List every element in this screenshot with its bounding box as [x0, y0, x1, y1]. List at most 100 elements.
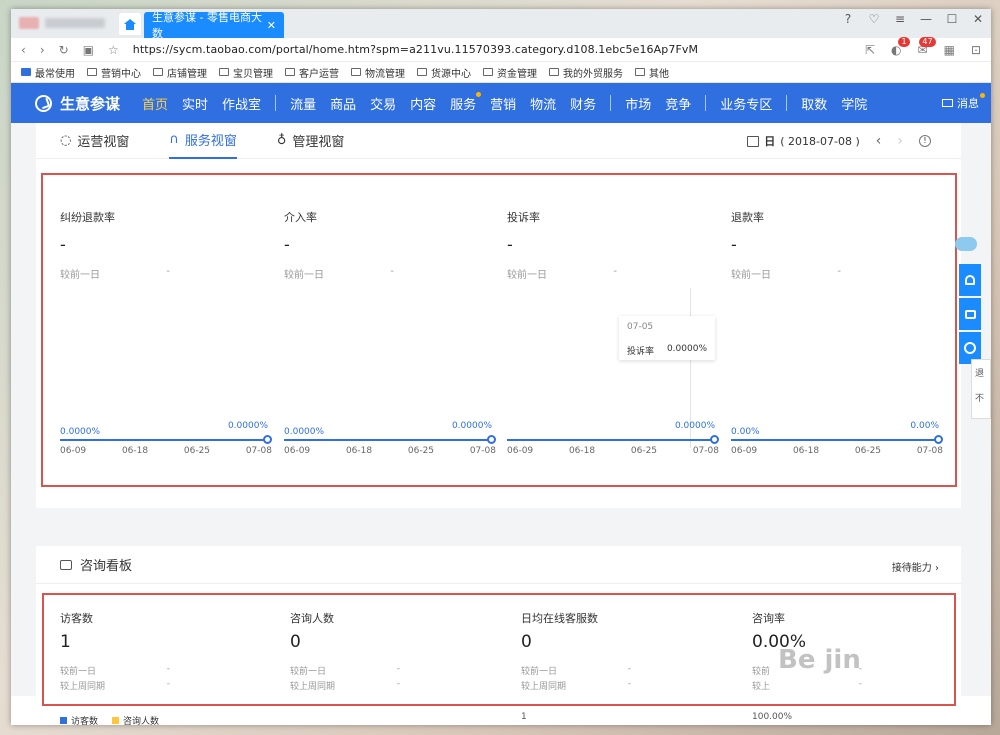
folder-icon [21, 68, 31, 76]
logo[interactable]: 生意参谋 [35, 93, 120, 114]
nav-separator [275, 95, 277, 111]
trend-endpoint[interactable] [263, 435, 272, 444]
nav-data-fetch[interactable]: 取数 [801, 94, 827, 113]
mail-icon[interactable]: ✉ 47 [918, 36, 936, 57]
nav-academy[interactable]: 学院 [841, 94, 867, 113]
info-icon[interactable]: ! [919, 135, 931, 147]
nav-logistics[interactable]: 物流 [530, 94, 556, 113]
nav-separator [705, 95, 707, 111]
cloud-icon [955, 237, 977, 251]
nav-traffic[interactable]: 流量 [290, 94, 316, 113]
bookmark-item[interactable]: 客户运营 [285, 65, 339, 80]
shirt-icon[interactable]: ♡ [867, 12, 881, 26]
bookmarks-bar: 最常使用 营销中心 店铺管理 宝贝管理 客户运营 物流管理 货源中心 资金管理 … [11, 62, 991, 83]
nav-product[interactable]: 商品 [330, 94, 356, 113]
back-icon[interactable]: ‹ [21, 43, 26, 57]
tab-operations-view[interactable]: ◌ 运营视窗 [60, 123, 129, 159]
close-tab-icon[interactable]: ✕ [267, 19, 276, 32]
legend-visitors[interactable]: 访客数 [60, 714, 98, 725]
metric-intervention-rate[interactable]: 介入率 - 较前一日 - [284, 209, 504, 281]
nav-competition[interactable]: 竞争 [665, 94, 691, 113]
date-picker[interactable]: 日( 2018-07-08 ) [747, 133, 860, 149]
notification-button[interactable] [959, 264, 981, 296]
trend-chart-dispute[interactable]: 0.0000% 0.0000% 06-09 06-18 06-25 07-08 [60, 419, 272, 459]
feedback-button[interactable] [959, 298, 981, 330]
date-control: 日( 2018-07-08 ) ‹ › ! [747, 133, 931, 149]
nav-finance[interactable]: 财务 [570, 94, 596, 113]
nav-marketing[interactable]: 营销 [490, 94, 516, 113]
reader-icon[interactable]: ▣ [83, 43, 94, 57]
address-bar: ‹ › ↻ ▣ ☆ https://sycm.taobao.com/portal… [11, 36, 991, 62]
mail-badge: 47 [919, 36, 936, 47]
consult-board-title: 咨询看板 [80, 559, 133, 574]
legend-consults[interactable]: 咨询人数 [112, 714, 159, 725]
home-tab-button[interactable] [119, 13, 141, 35]
star-icon[interactable]: ☆ [108, 43, 119, 57]
trend-endpoint[interactable] [710, 435, 719, 444]
shield-icon[interactable]: ◐ 1 [891, 36, 910, 57]
nav-realtime[interactable]: 实时 [182, 94, 208, 113]
tab-strip: 生意参谋 - 零售电商大数 ✕ ? ♡ ≡ — ☐ ✕ [11, 9, 991, 40]
url-field[interactable]: https://sycm.taobao.com/portal/home.htm?… [133, 43, 851, 56]
grid-icon[interactable]: ▦ [944, 43, 955, 57]
nav-market[interactable]: 市场 [625, 94, 651, 113]
nav-business-zone[interactable]: 业务专区 [720, 94, 772, 113]
lock-icon[interactable]: ⊡ [971, 43, 981, 57]
metric-consult-count[interactable]: 咨询人数 0 较前一日 - 较上周同期 - [290, 610, 490, 692]
bookmark-item[interactable]: 营销中心 [87, 65, 141, 80]
folder-icon [285, 68, 295, 76]
folder-icon [219, 68, 229, 76]
bookmark-item[interactable]: 其他 [635, 65, 669, 80]
message-button[interactable]: 消息 [942, 93, 985, 111]
nav-warroom[interactable]: 作战室 [222, 94, 261, 113]
active-browser-tab[interactable]: 生意参谋 - 零售电商大数 ✕ [144, 11, 284, 40]
next-date-icon[interactable]: › [897, 133, 903, 149]
calendar-icon [747, 135, 760, 147]
bookmark-item[interactable]: 宝贝管理 [219, 65, 273, 80]
metric-refund-rate[interactable]: 退款率 - 较前一日 - [731, 209, 951, 281]
bookmark-item[interactable]: 资金管理 [483, 65, 537, 80]
window-controls: ? ♡ ≡ — ☐ ✕ [841, 12, 985, 26]
nav-separator [610, 95, 612, 111]
tab-service-view[interactable]: ∩ 服务视窗 [169, 123, 237, 159]
folder-icon [417, 68, 427, 76]
metric-complaint-rate[interactable]: 投诉率 - 较前一日 - [507, 209, 727, 281]
bookmark-item[interactable]: 我的外贸服务 [549, 65, 623, 80]
trend-chart-intervention[interactable]: 0.0000% 0.0000% 06-09 06-18 06-25 07-08 [284, 419, 496, 459]
nav-service[interactable]: 服务 [450, 91, 482, 113]
axis-right-top: 100.00% [752, 712, 793, 722]
share-icon[interactable]: ⇱ [865, 43, 875, 57]
close-window-icon[interactable]: ✕ [971, 12, 985, 26]
trend-chart-complaint[interactable]: 0.0000% 06-09 06-18 06-25 07-08 [507, 419, 719, 459]
trend-endpoint[interactable] [487, 435, 496, 444]
compass-icon [35, 94, 52, 112]
nav-content[interactable]: 内容 [410, 94, 436, 113]
minimize-icon[interactable]: — [919, 12, 933, 26]
reception-ability-link[interactable]: 接待能力 › [892, 559, 939, 574]
reload-icon[interactable]: ↻ [59, 43, 69, 57]
bookmark-item[interactable]: 最常使用 [21, 65, 75, 80]
trend-chart-refund[interactable]: 0.00% 0.00% 06-09 06-18 06-25 07-08 [731, 419, 943, 459]
metric-online-agents[interactable]: 日均在线客服数 0 较前一日 - 较上周同期 - [521, 610, 721, 692]
trend-line [284, 439, 492, 441]
prev-date-icon[interactable]: ‹ [876, 133, 882, 149]
forward-icon[interactable]: › [40, 43, 45, 57]
folder-icon [351, 68, 361, 76]
nav-trade[interactable]: 交易 [370, 94, 396, 113]
bookmark-item[interactable]: 物流管理 [351, 65, 405, 80]
side-panel-peek[interactable]: 退 不 [971, 359, 991, 419]
help-icon[interactable]: ? [841, 12, 855, 26]
blurred-tab[interactable] [19, 15, 119, 31]
maximize-icon[interactable]: ☐ [945, 12, 959, 26]
menu-icon[interactable]: ≡ [893, 12, 907, 26]
nav-home[interactable]: 首页 [142, 94, 168, 113]
bookmark-item[interactable]: 货源中心 [417, 65, 471, 80]
trend-endpoint[interactable] [934, 435, 943, 444]
bell-icon [965, 275, 975, 285]
clock-icon [964, 342, 976, 354]
metric-visitors[interactable]: 访客数 1 较前一日 - 较上周同期 - [60, 610, 260, 692]
folder-icon [87, 68, 97, 76]
tab-management-view[interactable]: ♁ 管理视窗 [277, 123, 345, 159]
metric-dispute-refund-rate[interactable]: 纠纷退款率 - 较前一日 - [60, 209, 280, 281]
bookmark-item[interactable]: 店铺管理 [153, 65, 207, 80]
